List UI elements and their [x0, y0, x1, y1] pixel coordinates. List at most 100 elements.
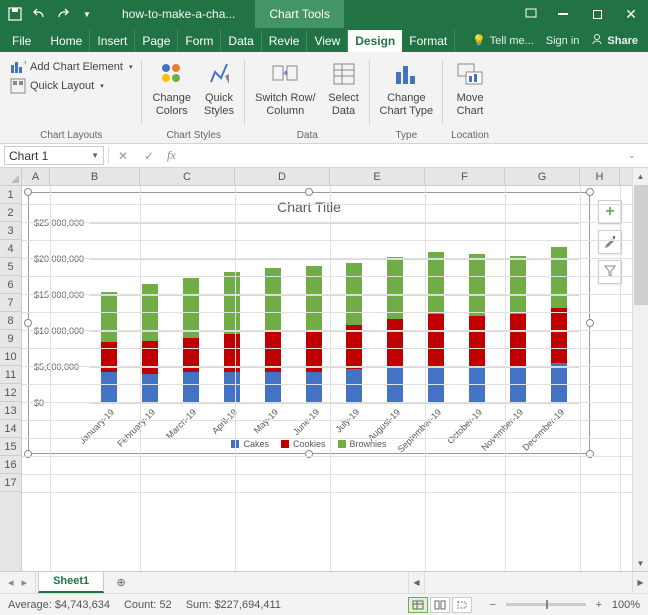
- page-layout-view-button[interactable]: [430, 597, 450, 613]
- row-header[interactable]: 6: [0, 276, 21, 294]
- bar-segment[interactable]: [387, 319, 403, 366]
- chart-styles-button[interactable]: [598, 230, 622, 254]
- tab-file[interactable]: File: [0, 30, 43, 52]
- bar-segment[interactable]: [469, 254, 485, 316]
- chevron-down-icon[interactable]: ▼: [91, 151, 99, 160]
- tell-me[interactable]: 💡Tell me...: [472, 34, 534, 47]
- bar-segment[interactable]: [142, 341, 158, 374]
- vertical-scrollbar[interactable]: ▲ ▼: [632, 168, 648, 571]
- bar-column[interactable]: December-19: [551, 247, 567, 404]
- row-header[interactable]: 1: [0, 186, 21, 204]
- add-chart-element-button[interactable]: + Add Chart Element▾: [8, 58, 134, 76]
- cells-area[interactable]: Chart Title January-19February-19March-1…: [22, 186, 632, 571]
- resize-handle[interactable]: [305, 188, 313, 196]
- sheet-tab-active[interactable]: Sheet1: [38, 572, 104, 593]
- bar-segment[interactable]: [551, 363, 567, 403]
- save-icon[interactable]: [8, 7, 22, 21]
- bar-segment[interactable]: [183, 278, 199, 338]
- bar-segment[interactable]: [101, 292, 117, 342]
- row-header[interactable]: 3: [0, 222, 21, 240]
- row-header[interactable]: 7: [0, 294, 21, 312]
- horizontal-scrollbar[interactable]: ◀ ▶: [408, 572, 648, 593]
- fx-icon[interactable]: fx: [167, 148, 176, 163]
- bar-column[interactable]: May-19: [265, 268, 281, 403]
- bar-segment[interactable]: [265, 372, 281, 403]
- chart-filters-button[interactable]: [598, 260, 622, 284]
- tab-page-layout[interactable]: Page: [135, 30, 178, 52]
- column-header[interactable]: B: [50, 168, 140, 185]
- bar-segment[interactable]: [510, 314, 526, 366]
- bar-segment[interactable]: [101, 372, 117, 403]
- zoom-in-button[interactable]: +: [592, 599, 606, 611]
- resize-handle[interactable]: [24, 319, 32, 327]
- bar-segment[interactable]: [387, 257, 403, 319]
- resize-handle[interactable]: [586, 319, 594, 327]
- tab-insert[interactable]: Insert: [90, 30, 135, 52]
- row-header[interactable]: 10: [0, 348, 21, 366]
- scroll-up-icon[interactable]: ▲: [633, 168, 648, 184]
- bar-segment[interactable]: [469, 316, 485, 367]
- normal-view-button[interactable]: [408, 597, 428, 613]
- row-header[interactable]: 2: [0, 204, 21, 222]
- bar-segment[interactable]: [183, 372, 199, 403]
- row-header[interactable]: 14: [0, 420, 21, 438]
- redo-icon[interactable]: [56, 7, 70, 21]
- bar-column[interactable]: July-19: [346, 263, 362, 403]
- row-headers[interactable]: 1234567891011121314151617: [0, 186, 22, 571]
- select-data-button[interactable]: Select Data: [326, 56, 362, 120]
- resize-handle[interactable]: [24, 188, 32, 196]
- scroll-thumb[interactable]: [634, 185, 648, 305]
- bar-segment[interactable]: [142, 374, 158, 403]
- close-button[interactable]: ✕: [614, 0, 648, 28]
- worksheet-grid[interactable]: ABCDEFGH 1234567891011121314151617 ▲ ▼ C…: [0, 168, 648, 571]
- row-header[interactable]: 13: [0, 402, 21, 420]
- tab-view[interactable]: View: [307, 30, 348, 52]
- row-header[interactable]: 5: [0, 258, 21, 276]
- scroll-left-icon[interactable]: ◀: [409, 572, 425, 593]
- zoom-out-button[interactable]: −: [486, 599, 500, 611]
- name-box[interactable]: Chart 1 ▼: [4, 146, 104, 165]
- row-header[interactable]: 9: [0, 330, 21, 348]
- bar-segment[interactable]: [265, 268, 281, 331]
- column-headers[interactable]: ABCDEFGH: [22, 168, 632, 186]
- new-sheet-button[interactable]: ⊕: [110, 572, 132, 593]
- bar-segment[interactable]: [551, 308, 567, 363]
- bar-segment[interactable]: [224, 272, 240, 334]
- column-header[interactable]: E: [330, 168, 425, 185]
- cancel-formula-icon[interactable]: ✕: [115, 149, 131, 163]
- bar-segment[interactable]: [510, 256, 526, 314]
- change-colors-button[interactable]: Change Colors: [150, 56, 193, 120]
- row-header[interactable]: 12: [0, 384, 21, 402]
- row-header[interactable]: 17: [0, 474, 21, 492]
- tab-data[interactable]: Data: [221, 30, 261, 52]
- share-button[interactable]: Share: [591, 33, 638, 48]
- column-header[interactable]: H: [580, 168, 620, 185]
- quick-layout-button[interactable]: Quick Layout▾: [8, 77, 106, 95]
- scroll-down-icon[interactable]: ▼: [633, 555, 648, 571]
- expand-formula-bar-icon[interactable]: ⌄: [628, 150, 642, 161]
- bar-segment[interactable]: [224, 372, 240, 403]
- sign-in[interactable]: Sign in: [546, 35, 580, 47]
- change-chart-type-button[interactable]: Change Chart Type: [378, 56, 436, 120]
- row-header[interactable]: 4: [0, 240, 21, 258]
- row-header[interactable]: 8: [0, 312, 21, 330]
- bar-segment[interactable]: [346, 369, 362, 403]
- scroll-right-icon[interactable]: ▶: [632, 572, 648, 593]
- column-header[interactable]: F: [425, 168, 505, 185]
- bar-segment[interactable]: [428, 314, 444, 366]
- bar-column[interactable]: February-19: [142, 284, 158, 403]
- bar-segment[interactable]: [551, 247, 567, 309]
- minimize-button[interactable]: [546, 0, 580, 28]
- tab-format[interactable]: Format: [402, 30, 455, 52]
- move-chart-button[interactable]: Move Chart: [452, 56, 488, 120]
- tab-design[interactable]: Design: [348, 30, 402, 52]
- bar-segment[interactable]: [428, 252, 444, 314]
- column-header[interactable]: D: [235, 168, 330, 185]
- qat-customize-icon[interactable]: ▼: [80, 7, 94, 21]
- tab-home[interactable]: Home: [43, 30, 90, 52]
- ribbon-display-icon[interactable]: [524, 6, 538, 23]
- row-header[interactable]: 11: [0, 366, 21, 384]
- switch-row-column-button[interactable]: Switch Row/ Column: [253, 56, 318, 120]
- page-break-view-button[interactable]: [452, 597, 472, 613]
- sheet-nav[interactable]: ◂▸: [0, 572, 36, 593]
